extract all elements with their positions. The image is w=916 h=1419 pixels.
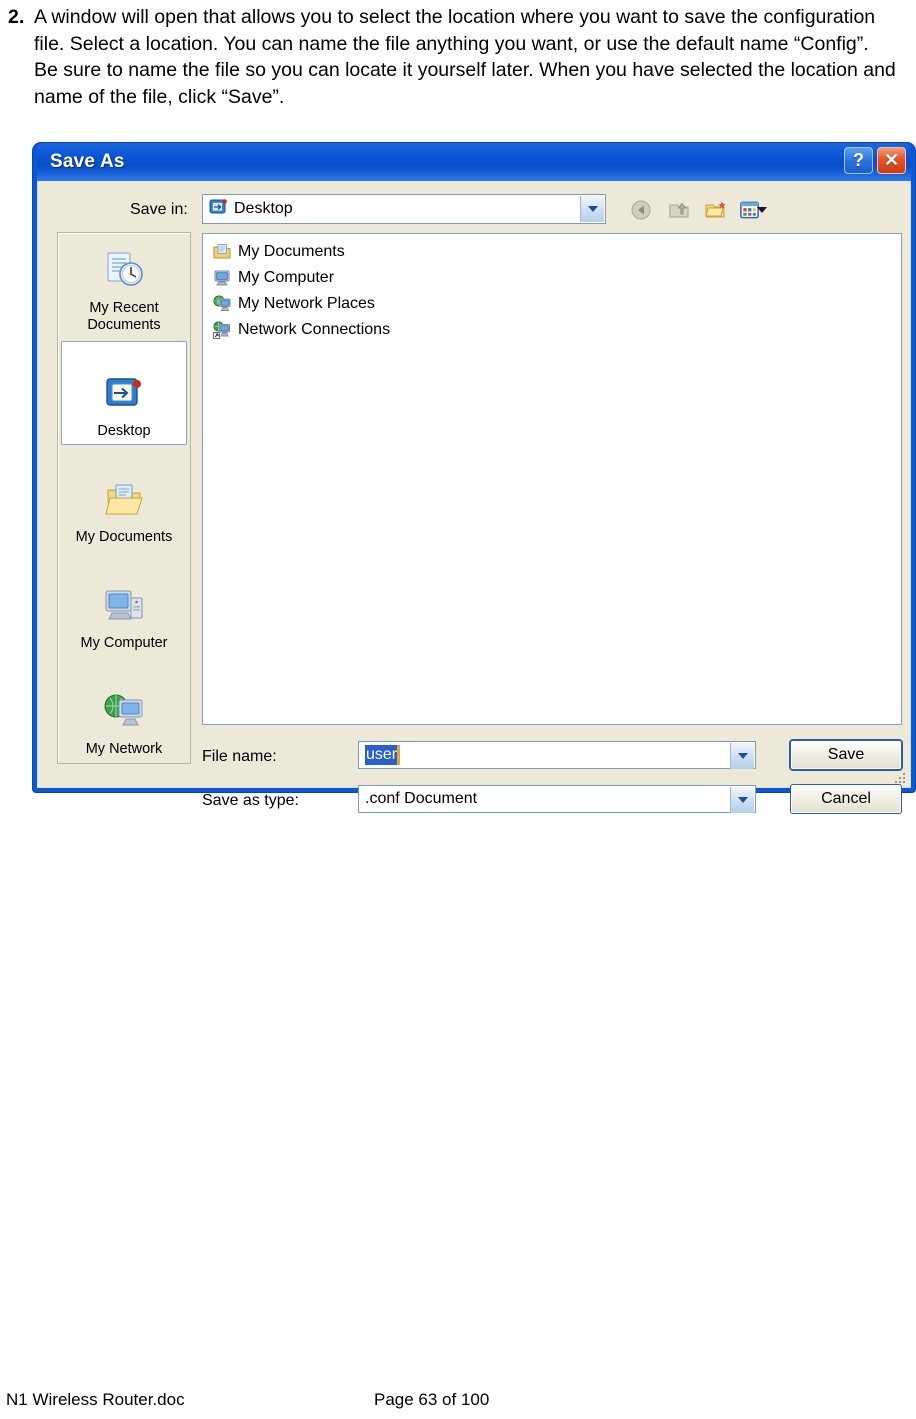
save-as-type-select[interactable]: .conf Document: [358, 785, 756, 813]
places-bar: My Recent Documents Desktop My Documents…: [57, 232, 191, 764]
file-list-item[interactable]: Network Connections: [208, 317, 901, 343]
resize-grip[interactable]: [893, 771, 907, 785]
place-item-my-computer[interactable]: My Computer: [61, 553, 187, 657]
file-list-item[interactable]: My Network Places: [208, 291, 901, 317]
save-as-type-value: .conf Document: [365, 790, 478, 807]
create-new-folder-icon[interactable]: [702, 196, 730, 224]
dialog-body: Save in: Desktop My Recent Documents Des…: [37, 181, 911, 814]
up-one-level-icon[interactable]: [665, 196, 693, 224]
place-item-desktop[interactable]: Desktop: [61, 341, 187, 445]
save-in-dropdown-button[interactable]: [580, 196, 604, 222]
instruction-step: 2. A window will open that allows you to…: [8, 4, 908, 110]
save-in-row: Save in: Desktop: [38, 190, 910, 226]
dialog-titlebar: Save As ? ✕: [37, 143, 911, 181]
place-item-my-network[interactable]: My Network: [61, 659, 187, 763]
file-name-label: File name:: [202, 748, 277, 765]
save-in-label: Save in:: [130, 201, 188, 218]
file-name: My Documents: [238, 243, 345, 260]
views-icon[interactable]: [739, 196, 767, 224]
chevron-down-icon: [737, 753, 748, 759]
chevron-down-icon: [587, 206, 598, 212]
place-label: My Network: [85, 741, 163, 757]
desktop-icon: [208, 197, 228, 222]
footer-page-number: Page 63 of 100: [374, 1390, 490, 1409]
help-button[interactable]: ?: [844, 147, 873, 174]
footer-document-name: N1 Wireless Router.doc: [6, 1390, 185, 1409]
save-button[interactable]: Save: [790, 740, 902, 770]
save-in-value: Desktop: [234, 200, 293, 217]
place-label: Desktop: [97, 423, 151, 439]
file-name-input[interactable]: user: [358, 741, 756, 769]
place-item-my-documents[interactable]: My Documents: [61, 447, 187, 551]
titlebar-button-group: ? ✕: [844, 147, 906, 174]
my-network-icon: [100, 687, 148, 739]
place-label: My Recent Documents: [87, 300, 161, 333]
network-connections-shortcut-icon: [212, 320, 232, 340]
desktop-icon: [100, 369, 148, 421]
file-name: My Computer: [238, 269, 335, 286]
cancel-button[interactable]: Cancel: [790, 784, 902, 814]
save-as-type-dropdown-button[interactable]: [730, 787, 754, 813]
save-in-combobox[interactable]: Desktop: [202, 194, 606, 224]
my-network-places-icon: [212, 294, 232, 314]
my-computer-icon: [100, 581, 148, 633]
back-icon[interactable]: [628, 196, 656, 224]
place-item-my-recent-documents[interactable]: My Recent Documents: [61, 235, 187, 339]
file-name: Network Connections: [238, 321, 391, 338]
place-label: My Documents: [75, 529, 173, 545]
chevron-down-icon: [757, 207, 767, 213]
save-as-type-label: Save as type:: [202, 792, 299, 809]
recent-documents-icon: [100, 246, 148, 298]
my-documents-icon: [212, 242, 232, 262]
my-documents-icon: [100, 475, 148, 527]
file-name: My Network Places: [238, 295, 375, 312]
save-as-dialog: Save As ? ✕ Save in: Desktop My Recent D…: [33, 143, 915, 814]
file-list-item[interactable]: My Computer: [208, 265, 901, 291]
file-name-value: user: [365, 745, 398, 765]
my-computer-icon: [212, 268, 232, 288]
dialog-toolbar: [628, 196, 767, 224]
step-text: A window will open that allows you to se…: [34, 6, 896, 108]
file-list[interactable]: My Documents My Computer My Network Plac…: [202, 233, 902, 725]
place-label: My Computer: [80, 635, 168, 651]
dialog-title: Save As: [50, 151, 125, 172]
step-number: 2.: [8, 6, 25, 28]
chevron-down-icon: [737, 797, 748, 803]
file-name-dropdown-button[interactable]: [730, 743, 754, 769]
close-button[interactable]: ✕: [877, 147, 906, 174]
file-list-item[interactable]: My Documents: [208, 239, 901, 265]
